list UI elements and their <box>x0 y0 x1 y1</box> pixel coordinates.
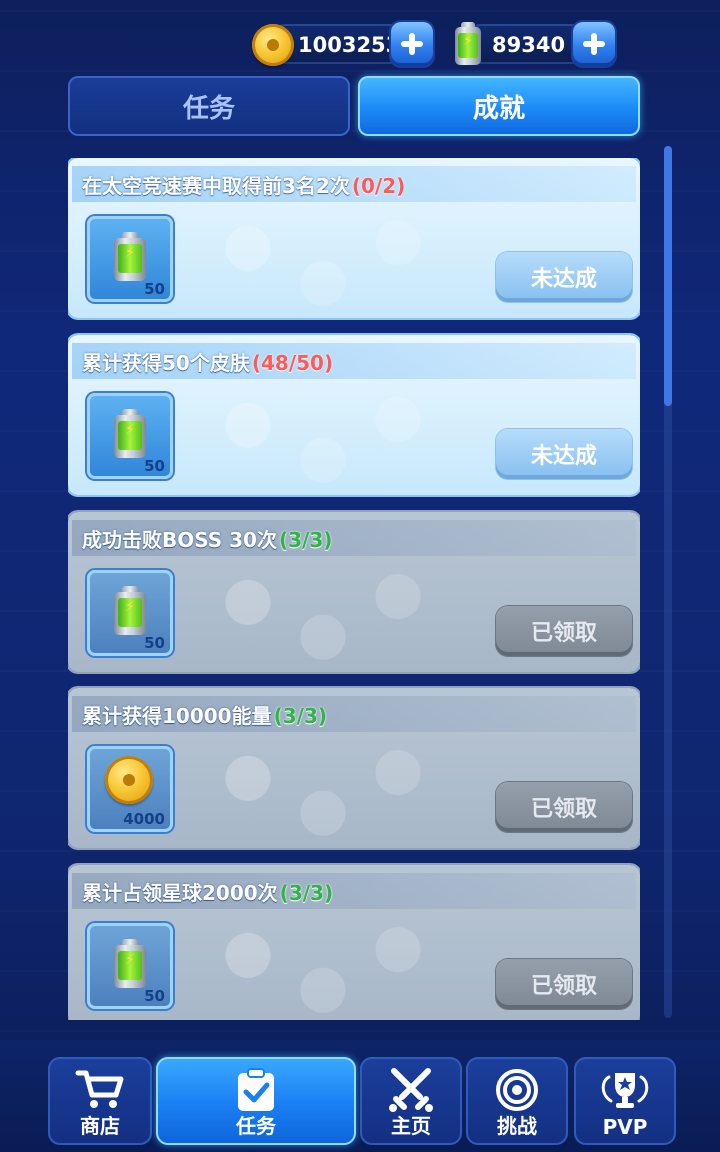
scrollbar-thumb[interactable] <box>664 146 672 406</box>
status-button-not-achieved[interactable]: 未达成 <box>496 429 632 479</box>
battery-icon: ⚡ <box>111 232 149 282</box>
nav-tasks[interactable]: 任务 <box>156 1057 356 1145</box>
reward-slot[interactable]: ⚡ 50 <box>87 570 173 656</box>
achievement-card: 成功击败BOSS 30次 (3/3) ⚡ 50 已领取 <box>68 512 640 672</box>
energy-value: 89340 <box>492 33 566 57</box>
status-button-claimed[interactable]: 已领取 <box>496 959 632 1009</box>
nav-home[interactable]: 主页 <box>360 1057 462 1145</box>
trophy-icon <box>601 1073 649 1108</box>
achievement-title: 成功击败BOSS 30次 (3/3) <box>82 528 333 552</box>
reward-slot[interactable]: ⚡ 50 <box>87 393 173 479</box>
achievement-progress: (3/3) <box>279 881 334 905</box>
achievement-title: 累计获得50个皮肤 (48/50) <box>82 351 334 375</box>
add-energy-button[interactable] <box>573 22 615 66</box>
cart-icon <box>75 1070 124 1108</box>
reward-amount: 50 <box>144 634 165 652</box>
nav-home-label: 主页 <box>391 1114 431 1138</box>
reward-amount: 50 <box>144 457 165 475</box>
battery-icon: ⚡ <box>111 586 149 636</box>
nav-challenge[interactable]: 挑战 <box>466 1057 568 1145</box>
achievement-progress: (3/3) <box>278 528 333 552</box>
status-button-not-achieved[interactable]: 未达成 <box>496 252 632 302</box>
achievement-title: 累计获得10000能量 (3/3) <box>82 704 328 728</box>
reward-slot[interactable]: ⚡ 50 <box>87 923 173 1009</box>
target-rings-icon <box>496 1069 538 1111</box>
crossed-swords-icon <box>389 1068 433 1112</box>
battery-icon: ⚡ <box>111 409 149 459</box>
battery-icon: ⚡ <box>111 939 149 989</box>
tab-achievements-label: 成就 <box>472 93 525 124</box>
status-button-claimed[interactable]: 已领取 <box>496 782 632 832</box>
battery-icon: ⚡ <box>452 22 484 66</box>
tab-tasks-label: 任务 <box>182 93 235 124</box>
achievement-card: 累计占领星球2000次 (3/3) ⚡ 50 已领取 <box>68 865 640 1020</box>
achievement-progress: (0/2) <box>351 174 406 198</box>
coin-value: 10032532 <box>298 33 394 57</box>
achievement-progress: (3/3) <box>273 704 328 728</box>
achievement-card: 在太空竞速赛中取得前3名2次 (0/2) ⚡ 50 未达成 <box>68 158 640 318</box>
nav-shop-label: 商店 <box>80 1114 120 1138</box>
achievement-card: 累计获得10000能量 (3/3) 4000 已领取 <box>68 688 640 848</box>
reward-slot[interactable]: 4000 <box>87 746 173 832</box>
achievement-title: 在太空竞速赛中取得前3名2次 (0/2) <box>82 174 406 198</box>
achievement-list[interactable]: 在太空竞速赛中取得前3名2次 (0/2) ⚡ 50 未达成 累计获得50个皮肤 (4… <box>68 158 640 1020</box>
gold-coin-icon <box>252 24 294 66</box>
nav-tasks-label: 任务 <box>236 1114 276 1138</box>
tab-tasks[interactable]: 任务 <box>68 76 350 136</box>
nav-pvp[interactable]: PVP <box>574 1057 676 1145</box>
add-coins-button[interactable] <box>391 22 433 66</box>
reward-amount: 50 <box>144 987 165 1005</box>
task-clipboard-icon <box>238 1068 274 1111</box>
tab-achievements[interactable]: 成就 <box>358 76 640 136</box>
reward-amount: 4000 <box>123 810 165 828</box>
achievement-card: 累计获得50个皮肤 (48/50) ⚡ 50 未达成 <box>68 335 640 495</box>
nav-shop[interactable]: 商店 <box>48 1057 152 1145</box>
status-button-claimed[interactable]: 已领取 <box>496 606 632 656</box>
achievement-progress: (48/50) <box>251 351 334 375</box>
gold-coin-icon <box>105 756 153 804</box>
reward-slot[interactable]: ⚡ 50 <box>87 216 173 302</box>
achievement-title: 累计占领星球2000次 (3/3) <box>82 881 334 905</box>
reward-amount: 50 <box>144 280 165 298</box>
nav-pvp-label: PVP <box>602 1115 648 1139</box>
nav-challenge-label: 挑战 <box>497 1114 537 1138</box>
